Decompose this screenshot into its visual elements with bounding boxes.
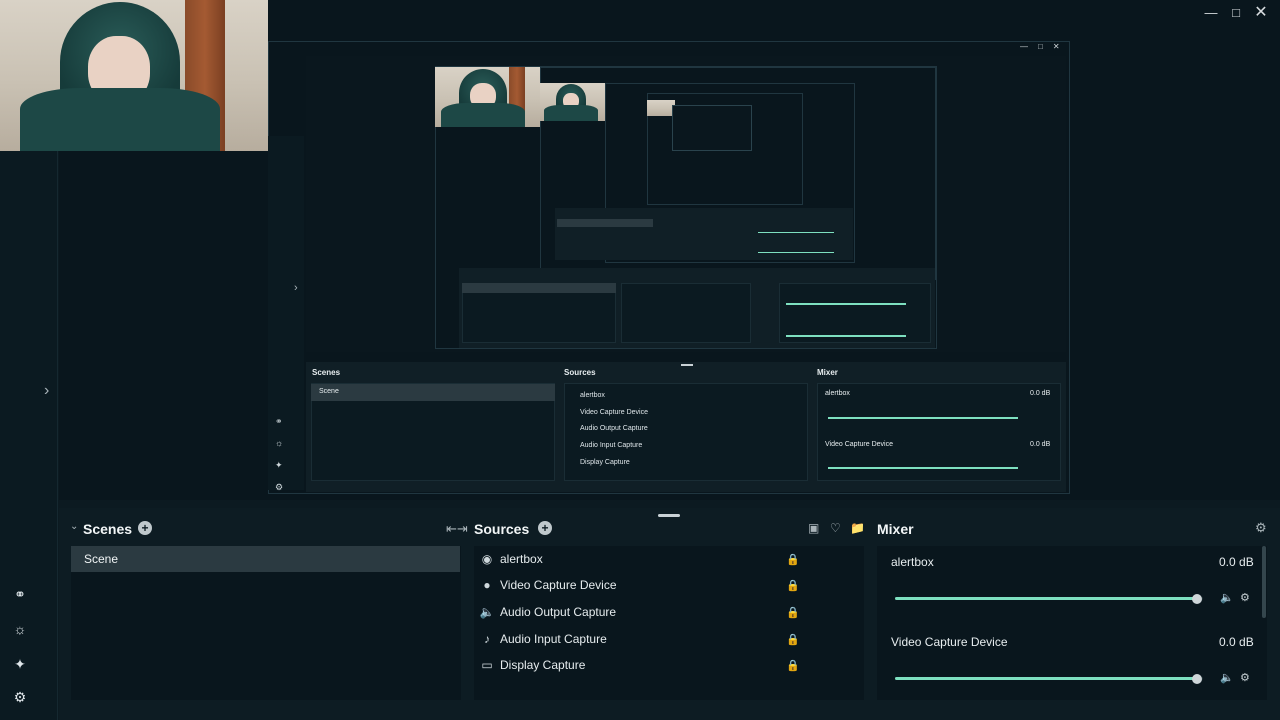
add-source-button[interactable]: + [538, 521, 552, 535]
volume-slider[interactable] [895, 597, 1203, 600]
volume-slider-fill [895, 597, 1197, 600]
source-label: alertbox [500, 552, 543, 566]
nested-scene-item-4 [557, 219, 653, 227]
nested-sources-3 [621, 283, 751, 343]
add-folder-icon[interactable]: 📁 [850, 521, 865, 535]
nested-left-rail [268, 136, 304, 490]
nested-window-controls: —□✕ [1020, 42, 1070, 51]
channel-settings-icon[interactable]: ⚙ [1240, 671, 1250, 684]
mute-icon[interactable]: 🔈 [1220, 671, 1234, 684]
nested-mixer-db-1: 0.0 dB [1030, 441, 1051, 448]
volume-slider-knob[interactable] [1191, 674, 1202, 684]
nested-mixer-name-1: Video Capture Device [825, 441, 893, 448]
source-row-alertbox[interactable]: ◉ alertbox 🔒 [474, 546, 864, 572]
sources-title: Sources [474, 521, 530, 537]
mixer-channel-name: alertbox [891, 555, 934, 569]
source-label: Audio Input Capture [500, 632, 607, 646]
source-label: Video Capture Device [500, 578, 617, 592]
nested-source-item: Display Capture [580, 458, 630, 466]
source-row-display-capture[interactable]: ▭ Display Capture 🔒 [474, 652, 864, 678]
nested-scene-item: Scene [311, 384, 555, 401]
nested-sources-title: Sources [564, 368, 596, 377]
sources-list: ◉ alertbox 🔒 ● Video Capture Device 🔒 🔈 … [474, 546, 864, 700]
source-folder-icon[interactable]: ▣ [808, 521, 819, 535]
lock-icon[interactable]: 🔒 [786, 553, 800, 566]
close-icon[interactable]: ✕ [1250, 2, 1272, 22]
nested-slider-4a [758, 232, 834, 233]
speaker-icon: 🔈 [479, 605, 495, 619]
volume-slider-knob[interactable] [1191, 594, 1202, 604]
mixer-channel-level: 0.0 dB [1219, 555, 1254, 569]
source-row-audio-output[interactable]: 🔈 Audio Output Capture 🔒 [474, 599, 864, 625]
source-mute-icon[interactable]: ♡ [830, 521, 841, 535]
nested-source-item: Audio Output Capture [580, 425, 648, 433]
nested-mixer-db-0: 0.0 dB [1030, 390, 1051, 397]
webcam-preview-nested-3 [540, 83, 605, 121]
nested-mixer-3 [779, 283, 931, 343]
nested-mixer-slider-1 [828, 467, 1018, 469]
settings-icon[interactable]: ⚙ [10, 687, 30, 707]
nested-drag-handle [681, 364, 693, 366]
nested-scene-item-3 [462, 283, 616, 293]
webcam-icon: ● [483, 578, 491, 592]
lock-icon[interactable]: 🔒 [786, 633, 800, 646]
nested-slider-4b [758, 252, 834, 253]
monitor-icon: ▭ [481, 658, 493, 672]
nested-scenes-title: Scenes [312, 368, 341, 377]
add-scene-button[interactable]: + [138, 521, 152, 535]
nested-source-item: Audio Input Capture [580, 442, 643, 450]
webcam-preview [0, 0, 268, 151]
lock-icon[interactable]: 🔒 [786, 579, 800, 592]
nested-mixer-name-0: alertbox [825, 390, 850, 397]
nested-rail-icons: ⚭ ☼ ✦ ⚙ [275, 416, 284, 492]
globe-icon: ◉ [481, 552, 493, 566]
mixer-title: Mixer [877, 521, 914, 537]
lock-icon[interactable]: 🔒 [786, 659, 800, 672]
nested-slider-3b [786, 335, 906, 337]
nested-mixer-title: Mixer [817, 368, 838, 377]
scenes-title: Scenes [83, 521, 133, 537]
chevron-down-icon[interactable]: ⌄ [70, 521, 78, 532]
nested-chevron-icon: › [294, 282, 298, 294]
nested-source-item: Video Capture Device [580, 408, 648, 416]
mixer-channel-name: Video Capture Device [891, 635, 1008, 649]
studio-mode-icon[interactable]: ⚭ [10, 584, 30, 604]
mixer-settings-icon[interactable]: ⚙ [1255, 520, 1267, 536]
volume-slider[interactable] [895, 677, 1203, 680]
streamlabs-window: — □ ✕ ⚭ ☼ ✦ ⚙ › › ⚭ ☼ ✦ ⚙ —□✕ Scenes Sou… [0, 0, 1280, 720]
maximize-icon[interactable]: □ [1225, 2, 1247, 22]
webcam-preview-nested-5 [647, 100, 675, 116]
source-row-audio-input[interactable]: ♪ Audio Input Capture 🔒 [474, 626, 864, 652]
themes-icon[interactable]: ☼ [10, 619, 30, 639]
scenes-list: Scene [71, 546, 461, 700]
expand-chevron-icon[interactable]: › [44, 382, 49, 400]
microphone-icon: ♪ [484, 632, 490, 646]
webcam-preview-nested-2 [435, 67, 540, 127]
nested-preview-frame-6 [672, 105, 752, 151]
mute-icon[interactable]: 🔈 [1220, 591, 1234, 604]
channel-settings-icon[interactable]: ⚙ [1240, 591, 1250, 604]
nested-source-item: alertbox [580, 392, 605, 399]
minimize-icon[interactable]: — [1200, 2, 1222, 22]
nested-slider-3a [786, 303, 906, 305]
scene-item[interactable]: Scene [71, 546, 460, 572]
volume-slider-fill [895, 677, 1197, 680]
nested-mixer-slider-0 [828, 417, 1018, 419]
nested-sources-list: alertbox Video Capture Device Audio Outp… [580, 388, 648, 472]
mixer-scrollbar[interactable] [1262, 546, 1266, 618]
magic-icon[interactable]: ✦ [10, 654, 30, 674]
mixer-channel-level: 0.0 dB [1219, 635, 1254, 649]
dock-resize-handle[interactable] [658, 514, 680, 517]
source-row-video-capture[interactable]: ● Video Capture Device 🔒 [474, 572, 864, 598]
lock-icon[interactable]: 🔒 [786, 606, 800, 619]
scene-transition-icon[interactable]: ⇤⇥ [446, 521, 468, 537]
source-label: Audio Output Capture [500, 605, 617, 619]
source-label: Display Capture [500, 658, 586, 672]
